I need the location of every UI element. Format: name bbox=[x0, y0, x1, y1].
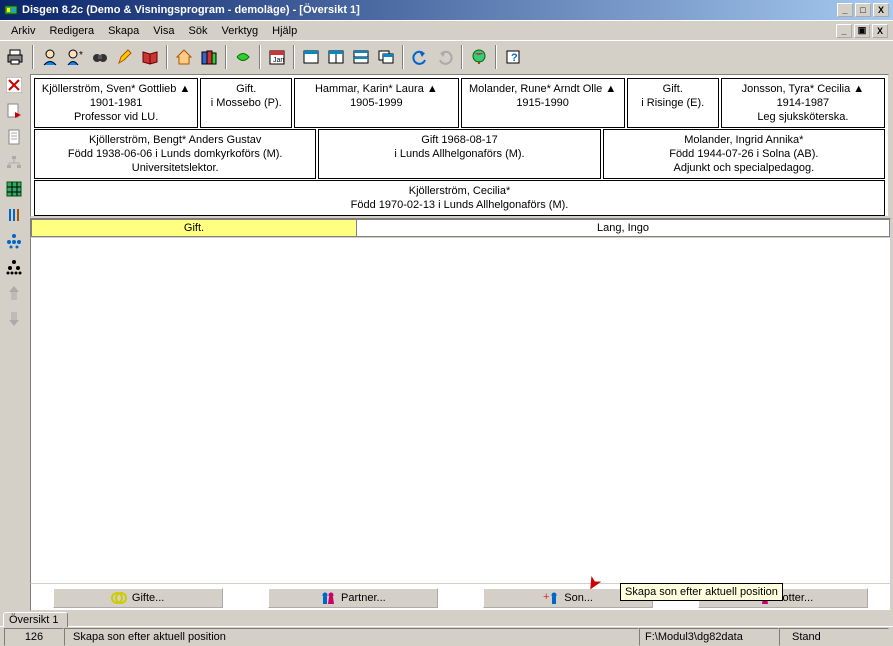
table-grid-icon[interactable] bbox=[4, 179, 24, 199]
svg-text:Jan: Jan bbox=[273, 57, 284, 64]
window-icon-1[interactable] bbox=[299, 45, 323, 69]
child-maximize-button[interactable]: ▣ bbox=[854, 24, 870, 38]
child-close-button[interactable]: X bbox=[872, 24, 888, 38]
minimize-button[interactable]: _ bbox=[837, 3, 853, 17]
person-icon[interactable] bbox=[38, 45, 62, 69]
window-icon-3[interactable] bbox=[349, 45, 373, 69]
center-person-card[interactable]: Kjöllerström, Cecilia*Född 1970-02-13 i … bbox=[34, 180, 885, 216]
relation-status-cell[interactable]: Gift. bbox=[31, 219, 357, 237]
child-minimize-button[interactable]: _ bbox=[836, 24, 852, 38]
svg-text:?: ? bbox=[511, 52, 518, 64]
main-panel: Kjöllerström, Sven* Gottlieb ▲1901-1981P… bbox=[28, 72, 893, 611]
overview-grid: Kjöllerström, Sven* Gottlieb ▲1901-1981P… bbox=[30, 74, 889, 217]
window-title: Disgen 8.2c (Demo & Visningsprogram - de… bbox=[22, 4, 835, 16]
tab-oversikt-1[interactable]: Översikt 1 bbox=[3, 612, 68, 627]
status-mode: Stand bbox=[779, 628, 889, 646]
parent-card-2[interactable]: Molander, Ingrid Annika*Född 1944-07-26 … bbox=[603, 129, 885, 179]
app-icon bbox=[4, 3, 18, 17]
window-icon-2[interactable] bbox=[324, 45, 348, 69]
hierarchy-icon[interactable] bbox=[4, 257, 24, 277]
new-person-icon[interactable]: * bbox=[63, 45, 87, 69]
books-icon[interactable] bbox=[197, 45, 221, 69]
descendants-icon[interactable] bbox=[4, 231, 24, 251]
blue-list-icon[interactable] bbox=[4, 205, 24, 225]
grand-card-1[interactable]: Kjöllerström, Sven* Gottlieb ▲1901-1981P… bbox=[34, 78, 198, 128]
grand-rel-2[interactable]: Gift.i Risinge (E). bbox=[627, 78, 719, 128]
parent-card-1[interactable]: Kjöllerström, Bengt* Anders GustavFödd 1… bbox=[34, 129, 316, 179]
book-icon[interactable] bbox=[138, 45, 162, 69]
print-icon[interactable] bbox=[4, 45, 28, 69]
tooltip: Skapa son efter aktuell position bbox=[620, 583, 783, 601]
church-down-icon[interactable] bbox=[4, 309, 24, 329]
svg-text:+: + bbox=[543, 591, 549, 603]
help-icon[interactable]: ? bbox=[501, 45, 525, 69]
delete-x-icon[interactable] bbox=[4, 75, 24, 95]
church-up-icon[interactable] bbox=[4, 283, 24, 303]
menu-redigera[interactable]: Redigera bbox=[42, 23, 101, 39]
window-icon-4[interactable] bbox=[374, 45, 398, 69]
menu-bar: Arkiv Redigera Skapa Visa Sök Verktyg Hj… bbox=[0, 20, 893, 40]
children-area bbox=[30, 238, 891, 584]
document-icon[interactable] bbox=[4, 127, 24, 147]
menu-verktyg[interactable]: Verktyg bbox=[214, 23, 265, 39]
menu-sok[interactable]: Sök bbox=[182, 23, 215, 39]
grand-card-2[interactable]: Hammar, Karin* Laura ▲1905-1999 bbox=[294, 78, 458, 128]
status-id: 126 bbox=[4, 628, 64, 646]
undo-icon[interactable] bbox=[408, 45, 432, 69]
grand-card-4[interactable]: Jonsson, Tyra* Cecilia ▲1914-1987Leg sju… bbox=[721, 78, 885, 128]
menu-hjalp[interactable]: Hjälp bbox=[265, 23, 304, 39]
leaf-icon[interactable] bbox=[231, 45, 255, 69]
menu-skapa[interactable]: Skapa bbox=[101, 23, 146, 39]
status-bar: 126 Skapa son efter aktuell position F:\… bbox=[0, 626, 893, 646]
calendar-icon[interactable]: Jan bbox=[265, 45, 289, 69]
relation-partner-cell[interactable]: Lang, Ingo bbox=[357, 219, 890, 237]
svg-text:*: * bbox=[79, 50, 83, 61]
grand-rel-1[interactable]: Gift.i Mossebo (P). bbox=[200, 78, 292, 128]
tool-bar: * Jan ? bbox=[0, 40, 893, 72]
status-message: Skapa son efter aktuell position bbox=[64, 628, 639, 646]
maximize-button[interactable]: □ bbox=[855, 3, 871, 17]
home-icon[interactable] bbox=[172, 45, 196, 69]
redo-icon[interactable] bbox=[433, 45, 457, 69]
doc-arrow-icon[interactable] bbox=[4, 101, 24, 121]
relation-row: Gift. Lang, Ingo bbox=[30, 218, 891, 238]
menu-arkiv[interactable]: Arkiv bbox=[4, 23, 42, 39]
globe-icon[interactable] bbox=[467, 45, 491, 69]
edit-icon[interactable] bbox=[113, 45, 137, 69]
binoculars-icon[interactable] bbox=[88, 45, 112, 69]
status-path: F:\Modul3\dg82data bbox=[639, 628, 779, 646]
side-toolbar bbox=[0, 72, 28, 611]
gifte-button[interactable]: Gifte... bbox=[53, 588, 223, 608]
tree-diagram-icon[interactable] bbox=[4, 153, 24, 173]
menu-visa[interactable]: Visa bbox=[146, 23, 181, 39]
grand-card-3[interactable]: Molander, Rune* Arndt Olle ▲1915-1990 bbox=[461, 78, 625, 128]
close-button[interactable]: X bbox=[873, 3, 889, 17]
tab-strip: Översikt 1 bbox=[0, 611, 893, 626]
partner-button[interactable]: Partner... bbox=[268, 588, 438, 608]
parent-rel[interactable]: Gift 1968-08-17i Lunds Allhelgonaförs (M… bbox=[318, 129, 600, 179]
title-bar: Disgen 8.2c (Demo & Visningsprogram - de… bbox=[0, 0, 893, 20]
